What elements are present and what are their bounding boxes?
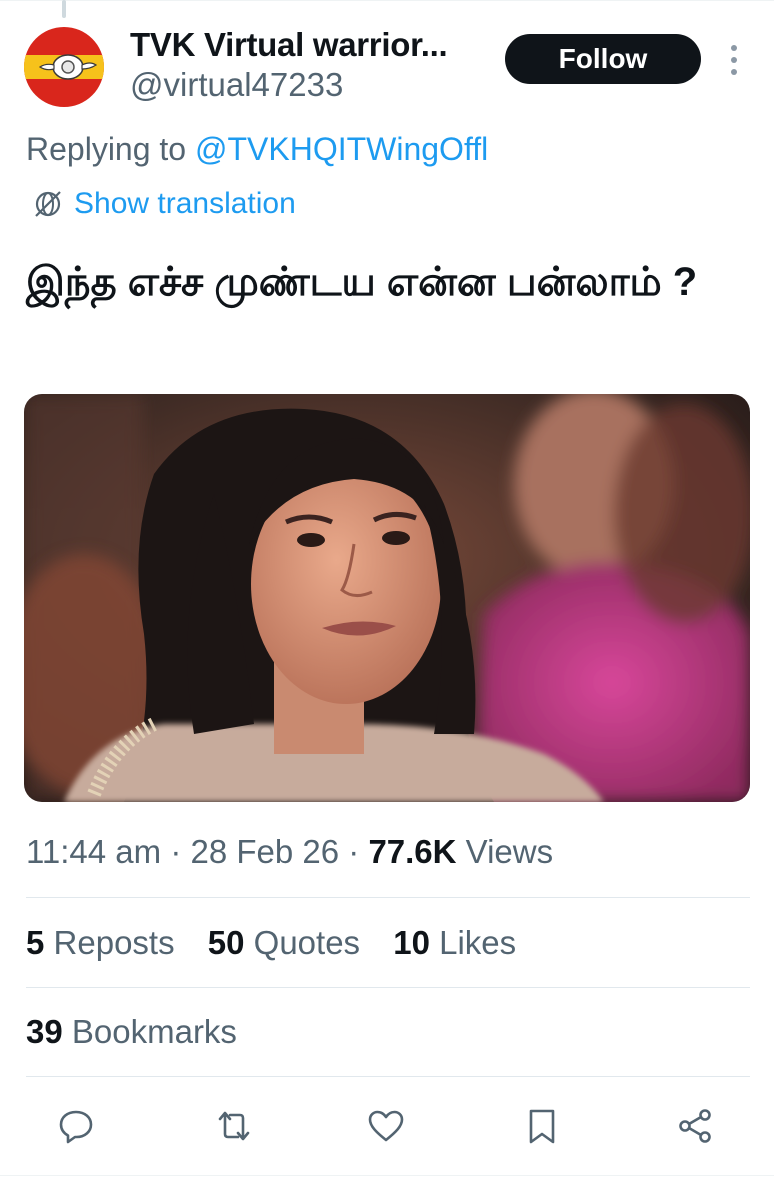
reposts-label: Reposts [44, 924, 175, 961]
avatar-flag-icon [24, 27, 104, 107]
bottom-border [0, 1175, 774, 1176]
divider [26, 987, 750, 988]
reposts-count: 5 [26, 924, 45, 961]
bookmark-icon[interactable] [522, 1106, 562, 1146]
views-count: 77.6K [368, 833, 457, 870]
likes-count: 10 [393, 924, 430, 961]
quotes-count: 50 [207, 924, 245, 961]
globe-icon [35, 191, 61, 217]
photo-image [24, 394, 750, 802]
tweet-photo[interactable] [24, 394, 750, 802]
likes-label: Likes [429, 924, 517, 961]
tweet-meta: 11:44 am · 28 Feb 26 · 77.6K Views [26, 833, 553, 871]
share-icon[interactable] [676, 1106, 716, 1146]
tweet-text: இந்த எச்ச முண்டய என்ன பன்லாம் ? [26, 260, 698, 304]
tweet-time[interactable]: 11:44 am [26, 833, 161, 870]
show-translation-link[interactable]: Show translation [32, 186, 296, 222]
bookmarks-label: Bookmarks [62, 1013, 237, 1050]
reply-mention-link[interactable]: @TVKHQITWingOffl [195, 131, 488, 167]
avatar[interactable] [24, 27, 104, 107]
divider [26, 1076, 750, 1077]
heart-icon[interactable] [366, 1106, 406, 1146]
more-vertical-icon[interactable] [722, 40, 746, 80]
reposts-stat[interactable]: 5 Reposts [26, 924, 175, 962]
repost-icon[interactable] [214, 1106, 254, 1146]
tweet-date[interactable]: 28 Feb 26 [190, 833, 339, 870]
show-translation-label: Show translation [74, 187, 296, 220]
meta-separator: · [161, 833, 191, 870]
reply-icon[interactable] [56, 1106, 96, 1146]
quotes-label: Quotes [244, 924, 361, 961]
replying-to: Replying to @TVKHQITWingOffl [26, 131, 488, 168]
top-border [0, 0, 774, 1]
likes-stat[interactable]: 10 Likes [393, 924, 516, 962]
author-handle[interactable]: @virtual47233 [130, 66, 343, 104]
author-display-name[interactable]: TVK Virtual warrior... [130, 26, 448, 64]
views-label: Views [456, 833, 554, 870]
engagement-stats: 5 Reposts 50 Quotes 10 Likes [26, 924, 540, 962]
thread-connector-line [62, 0, 66, 18]
bookmarks-count: 39 [26, 1013, 63, 1050]
bookmarks-stat[interactable]: 39 Bookmarks [26, 1013, 237, 1051]
follow-button[interactable]: Follow [505, 34, 701, 84]
divider [26, 897, 750, 898]
quotes-stat[interactable]: 50 Quotes [208, 924, 360, 962]
meta-separator: · [339, 833, 369, 870]
replying-to-prefix: Replying to [26, 131, 195, 167]
